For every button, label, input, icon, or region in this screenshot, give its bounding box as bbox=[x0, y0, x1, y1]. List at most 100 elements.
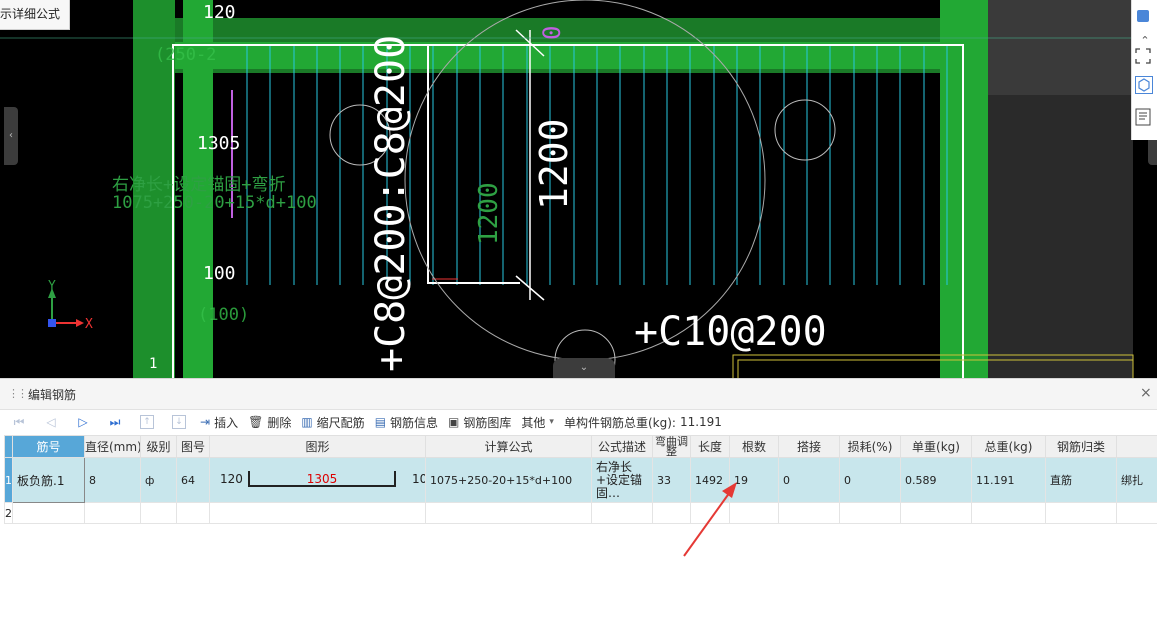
col-shape-no[interactable]: 图号 bbox=[177, 436, 210, 458]
cell-unit-weight[interactable]: 0.589 bbox=[901, 458, 972, 503]
col-length[interactable]: 长度 bbox=[691, 436, 730, 458]
empty-cell[interactable] bbox=[85, 503, 141, 524]
col-unit-weight[interactable]: 单重(kg) bbox=[901, 436, 972, 458]
move-up-button[interactable]: ↑ bbox=[136, 411, 158, 433]
col-diameter[interactable]: 直径(mm) bbox=[85, 436, 141, 458]
cell-lap[interactable]: 0 bbox=[779, 458, 840, 503]
x-axis-arrow bbox=[76, 319, 84, 327]
empty-cell[interactable] bbox=[141, 503, 177, 524]
cell-bend-adjust[interactable]: 33 bbox=[653, 458, 691, 503]
empty-cell[interactable] bbox=[592, 503, 653, 524]
col-lap[interactable]: 搭接 bbox=[779, 436, 840, 458]
empty-cell[interactable] bbox=[426, 503, 592, 524]
col-shape[interactable]: 图形 bbox=[210, 436, 426, 458]
col-grade[interactable]: 级别 bbox=[141, 436, 177, 458]
cell-formula-desc[interactable]: 右净长+设定锚固… bbox=[592, 458, 653, 503]
info-label: 钢筋信息 bbox=[390, 414, 438, 431]
cell-length[interactable]: 1492 bbox=[691, 458, 730, 503]
scale-label: 缩尺配筋 bbox=[317, 414, 365, 431]
cell-count[interactable]: 19 bbox=[730, 458, 779, 503]
shape-mid-length[interactable]: 1305 bbox=[266, 472, 378, 486]
table-row[interactable]: 2 bbox=[5, 503, 1157, 524]
drag-grip-icon[interactable]: ⋮⋮ bbox=[8, 387, 26, 400]
3d-box-icon[interactable] bbox=[1135, 76, 1155, 96]
col-formula-desc[interactable]: 公式描述 bbox=[592, 436, 653, 458]
empty-cell[interactable] bbox=[730, 503, 779, 524]
rebar-library-button[interactable]: ▣钢筋图库 bbox=[448, 411, 511, 433]
purple-glyph: 0 bbox=[538, 26, 566, 40]
col-extra[interactable] bbox=[1117, 436, 1157, 458]
bottom-collapse-tab[interactable]: ⌄ bbox=[553, 358, 615, 378]
cell-diameter[interactable]: 8 bbox=[85, 458, 141, 503]
next-row-button[interactable]: ▷ bbox=[72, 411, 94, 433]
col-category[interactable]: 钢筋归类 bbox=[1046, 436, 1117, 458]
empty-cell[interactable] bbox=[13, 503, 85, 524]
note-line-2: 1075+250-20+15*d+100 bbox=[112, 193, 317, 213]
empty-cell[interactable] bbox=[653, 503, 691, 524]
skip-first-icon: ⏮ bbox=[14, 415, 25, 430]
cell-bar-name[interactable]: 板负筋.1 bbox=[13, 458, 85, 503]
cell-extra[interactable]: 绑扎 bbox=[1117, 458, 1157, 503]
show-detail-formula-button[interactable]: 示详细公式 bbox=[0, 0, 70, 30]
label-100: 100 bbox=[203, 263, 236, 284]
left-collapse-tab[interactable]: ‹ bbox=[4, 107, 18, 165]
col-loss[interactable]: 损耗(%) bbox=[840, 436, 901, 458]
scale-rebar-button[interactable]: ▥缩尺配筋 bbox=[301, 411, 364, 433]
image-icon: ▣ bbox=[448, 415, 459, 429]
label-paren-100: (100) bbox=[198, 305, 249, 325]
insert-icon: ⇥ bbox=[200, 415, 210, 429]
insert-button[interactable]: ⇥插入 bbox=[200, 411, 238, 433]
empty-cell[interactable] bbox=[1046, 503, 1117, 524]
rebar-table: 筋号 直径(mm) 级别 图号 图形 计算公式 公式描述 弯曲调整 长度 根数 … bbox=[4, 435, 1157, 524]
total-weight: 单构件钢筋总重(kg):11.191 bbox=[564, 411, 722, 433]
table-row[interactable]: 1 板负筋.1 8 ф 64 120 1305 100 1075+250-20+… bbox=[5, 458, 1157, 503]
cell-shape[interactable]: 120 1305 100 bbox=[210, 458, 426, 503]
right-slab bbox=[988, 95, 1133, 378]
empty-cell[interactable] bbox=[840, 503, 901, 524]
corner-label-1: 1 bbox=[149, 356, 157, 372]
cube-view-icon[interactable] bbox=[1135, 8, 1155, 28]
empty-cell[interactable] bbox=[210, 503, 426, 524]
cell-category[interactable]: 直筋 bbox=[1046, 458, 1117, 503]
empty-cell[interactable] bbox=[779, 503, 840, 524]
col-bar-name[interactable]: 筋号 bbox=[13, 436, 85, 458]
other-dropdown[interactable]: 其他▾ bbox=[521, 411, 554, 433]
last-row-button[interactable]: ⏭ bbox=[104, 411, 126, 433]
rebar-shape-drawing: 120 1305 100 bbox=[210, 458, 425, 502]
cad-drawing: 120 1305 100 (250-2 (100) 右净长+设定锚固+弯折 10… bbox=[0, 0, 1157, 378]
cell-formula[interactable]: 1075+250-20+15*d+100 bbox=[426, 458, 592, 503]
delete-button[interactable]: 🗑删除 bbox=[248, 411, 291, 433]
col-count[interactable]: 根数 bbox=[730, 436, 779, 458]
col-total-weight[interactable]: 总重(kg) bbox=[972, 436, 1046, 458]
delete-label: 删除 bbox=[267, 414, 291, 431]
panel-title-bar[interactable]: ⋮⋮ 编辑钢筋 × bbox=[0, 379, 1157, 410]
chevron-up-icon[interactable]: ⌃ bbox=[1135, 30, 1155, 50]
rebar-lines bbox=[247, 45, 947, 285]
label-250: (250-2 bbox=[155, 45, 216, 65]
empty-cell[interactable] bbox=[972, 503, 1046, 524]
cell-grade[interactable]: ф bbox=[141, 458, 177, 503]
prev-row-button[interactable]: ◁ bbox=[40, 411, 62, 433]
row-number: 1 bbox=[5, 458, 13, 503]
first-row-button[interactable]: ⏮ bbox=[8, 411, 30, 433]
rebar-info-button[interactable]: ▤钢筋信息 bbox=[375, 411, 438, 433]
chevron-down-icon: ⌄ bbox=[580, 362, 588, 373]
col-bend-adjust[interactable]: 弯曲调整 bbox=[653, 436, 691, 458]
col-formula[interactable]: 计算公式 bbox=[426, 436, 592, 458]
close-icon[interactable]: × bbox=[1140, 385, 1152, 401]
fullscreen-icon[interactable] bbox=[1135, 48, 1155, 68]
arrow-down-icon: ↓ bbox=[172, 415, 186, 429]
document-icon[interactable] bbox=[1135, 108, 1155, 128]
empty-cell[interactable] bbox=[901, 503, 972, 524]
triangle-left-icon: ◁ bbox=[46, 415, 55, 429]
empty-cell[interactable] bbox=[1117, 503, 1157, 524]
empty-cell[interactable] bbox=[177, 503, 210, 524]
cell-shape-no[interactable]: 64 bbox=[177, 458, 210, 503]
cad-viewport[interactable]: 120 1305 100 (250-2 (100) 右净长+设定锚固+弯折 10… bbox=[0, 0, 1157, 378]
edit-rebar-panel: ⋮⋮ 编辑钢筋 × ⏮ ◁ ▷ ⏭ ↑ ↓ ⇥插入 🗑删除 ▥缩尺配筋 ▤钢筋信… bbox=[0, 378, 1157, 637]
move-down-button[interactable]: ↓ bbox=[168, 411, 190, 433]
arrow-up-icon: ↑ bbox=[140, 415, 154, 429]
cell-total-weight[interactable]: 11.191 bbox=[972, 458, 1046, 503]
cell-loss[interactable]: 0 bbox=[840, 458, 901, 503]
empty-cell[interactable] bbox=[691, 503, 730, 524]
